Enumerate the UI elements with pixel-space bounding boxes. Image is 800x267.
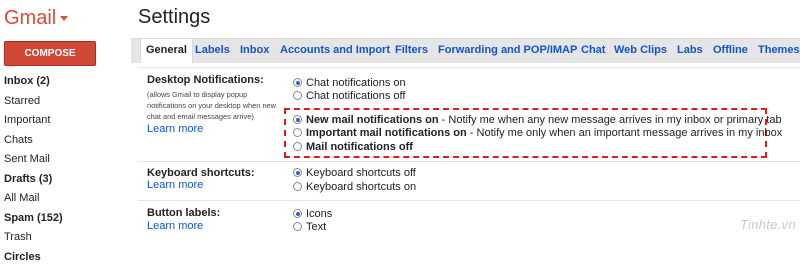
sidebar-item-all-mail[interactable]: All Mail [4, 189, 114, 209]
row-divider [138, 161, 800, 162]
gmail-menu[interactable]: Gmail [4, 7, 68, 30]
sidebar-item-inbox[interactable]: Inbox (2) [4, 72, 114, 92]
keyboard-learn-more-link[interactable]: Learn more [147, 179, 203, 191]
keyboard-shortcuts-on-option[interactable]: Keyboard shortcuts on [293, 181, 416, 194]
row-divider [138, 200, 800, 201]
page-title: Settings [138, 6, 210, 29]
button-labels-learn-more-link[interactable]: Learn more [147, 220, 203, 232]
row-divider [138, 67, 800, 68]
button-labels-label: Button labels: [147, 207, 220, 219]
desktop-notifications-label: Desktop Notifications: [147, 74, 264, 86]
sidebar-item-trash[interactable]: Trash [4, 228, 114, 248]
desktop-notifications-note: (allows Gmail to display popup notificat… [147, 89, 282, 122]
option-label: Text [306, 221, 326, 233]
option-label: Chat notifications off [306, 90, 405, 102]
brand-label: Gmail [4, 7, 56, 29]
option-description: - Notify me only when an important messa… [467, 127, 782, 139]
option-label: Keyboard shortcuts on [306, 181, 416, 193]
option-label: Icons [306, 208, 332, 220]
tab-themes[interactable]: Themes [758, 39, 800, 63]
chat-notifications-off-option[interactable]: Chat notifications off [293, 90, 405, 103]
watermark: Tinhte.vn [740, 217, 796, 232]
tab-forwarding-pop-imap[interactable]: Forwarding and POP/IMAP [438, 39, 577, 63]
radio-selected-icon[interactable] [293, 209, 302, 218]
sidebar-item-important[interactable]: Important [4, 111, 114, 131]
caret-down-icon [60, 16, 68, 21]
option-label: New mail notifications on [306, 114, 439, 126]
tab-offline[interactable]: Offline [713, 39, 748, 63]
tab-labels[interactable]: Labels [195, 39, 230, 63]
tab-chat[interactable]: Chat [581, 39, 605, 63]
compose-button[interactable]: COMPOSE [4, 41, 96, 66]
mail-notifications-off-option[interactable]: Mail notifications off [293, 141, 413, 154]
tab-web-clips[interactable]: Web Clips [614, 39, 667, 63]
sidebar-item-spam[interactable]: Spam (152) [4, 209, 114, 229]
sidebar-item-circles[interactable]: Circles [4, 248, 114, 267]
settings-tabs: General Labels Inbox Accounts and Import… [131, 38, 800, 63]
tab-accounts-and-import[interactable]: Accounts and Import [280, 39, 390, 63]
radio-selected-icon[interactable] [293, 115, 302, 124]
option-description: - Notify me when any new message arrives… [439, 114, 782, 126]
tab-general[interactable]: General [140, 39, 193, 63]
new-mail-notifications-on-option[interactable]: New mail notifications on - Notify me wh… [293, 114, 782, 127]
sidebar-item-chats[interactable]: Chats [4, 131, 114, 151]
tab-filters[interactable]: Filters [395, 39, 428, 63]
sidebar-item-starred[interactable]: Starred [4, 92, 114, 112]
option-label: Important mail notifications on [306, 127, 467, 139]
option-label: Mail notifications off [306, 141, 413, 153]
chat-notifications-on-option[interactable]: Chat notifications on [293, 77, 406, 90]
important-mail-notifications-on-option[interactable]: Important mail notifications on - Notify… [293, 127, 782, 140]
radio-icon[interactable] [293, 142, 302, 151]
sidebar-item-drafts[interactable]: Drafts (3) [4, 170, 114, 190]
radio-selected-icon[interactable] [293, 168, 302, 177]
radio-icon[interactable] [293, 222, 302, 231]
button-labels-text-option[interactable]: Text [293, 221, 326, 234]
radio-icon[interactable] [293, 128, 302, 137]
keyboard-shortcuts-label: Keyboard shortcuts: [147, 167, 255, 179]
tab-labs[interactable]: Labs [677, 39, 703, 63]
option-label: Keyboard shortcuts off [306, 167, 416, 179]
button-labels-icons-option[interactable]: Icons [293, 208, 332, 221]
radio-selected-icon[interactable] [293, 78, 302, 87]
radio-icon[interactable] [293, 91, 302, 100]
tab-inbox[interactable]: Inbox [240, 39, 269, 63]
keyboard-shortcuts-off-option[interactable]: Keyboard shortcuts off [293, 167, 416, 180]
desktop-learn-more-link[interactable]: Learn more [147, 123, 203, 135]
option-label: Chat notifications on [306, 77, 406, 89]
sidebar-nav: Inbox (2) Starred Important Chats Sent M… [4, 72, 114, 267]
radio-icon[interactable] [293, 182, 302, 191]
sidebar-item-sent-mail[interactable]: Sent Mail [4, 150, 114, 170]
